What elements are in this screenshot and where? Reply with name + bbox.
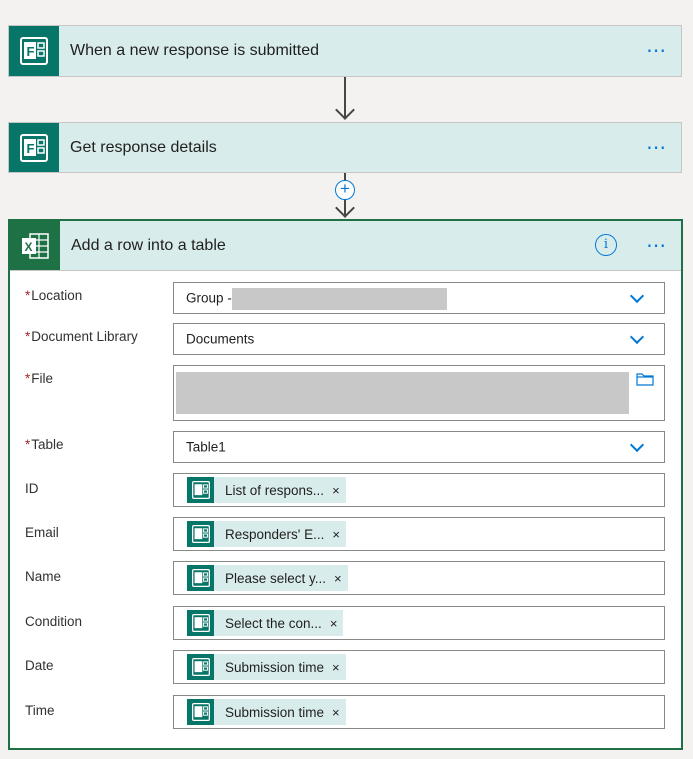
date-label: Date [25,658,54,673]
required-marker: * [25,288,31,303]
remove-token-icon[interactable]: × [332,483,346,498]
required-marker: * [25,329,31,344]
document-library-label: *Document Library [25,329,138,344]
token-label: Please select y... [225,570,327,586]
condition-input[interactable]: Select the con... × [173,606,665,640]
arrow-down-icon [335,100,355,120]
get-response-step-card[interactable]: F Get response details ⋯ [8,122,682,173]
step-title: Get response details [70,138,217,156]
table-dropdown[interactable]: Table1 [173,431,665,463]
condition-row: Condition Select the con... × [10,606,681,640]
name-row: Name Please select y... × [10,561,681,595]
chevron-down-icon[interactable] [629,329,645,345]
date-row: Date Submission time × [10,650,681,684]
required-marker: * [25,371,31,386]
file-label: *File [25,371,54,386]
add-step-button[interactable]: + [335,180,355,200]
time-row: Time Submission time × [10,695,681,729]
remove-token-icon[interactable]: × [330,616,344,631]
dynamic-content-token[interactable]: Submission time × [187,699,346,725]
email-label: Email [25,525,59,540]
email-input[interactable]: Responders' E... × [173,517,665,551]
forms-icon [187,699,214,725]
document-library-dropdown[interactable]: Documents [173,323,665,355]
forms-icon: F [9,123,59,172]
email-row: Email Responders' E... × [10,517,681,551]
file-row: *File [10,365,681,422]
name-label: Name [25,569,62,584]
location-dropdown[interactable]: Group - [173,282,665,314]
remove-token-icon[interactable]: × [334,571,348,586]
more-options-icon[interactable]: ⋯ [646,138,669,158]
arrow-down-icon [335,198,355,218]
time-input[interactable]: Submission time × [173,695,665,729]
location-label: *Location [25,288,83,303]
forms-icon [187,654,214,680]
action-title: Add a row into a table [71,236,226,254]
add-row-action-card: X Add a row into a table i ⋯ *Location G… [8,219,683,750]
token-label: Responders' E... [225,526,325,542]
id-row: ID List of respons... × [10,473,681,507]
redacted-block [176,372,629,414]
forms-icon [187,521,214,547]
forms-icon [187,565,214,591]
table-row: *Table Table1 [10,431,681,463]
required-marker: * [25,437,31,452]
name-input[interactable]: Please select y... × [173,561,665,595]
svg-text:F: F [27,141,35,156]
table-value: Table1 [186,439,226,455]
more-options-icon[interactable]: ⋯ [646,236,669,256]
time-label: Time [25,703,55,718]
file-input[interactable] [173,365,665,421]
trigger-step-card[interactable]: F When a new response is submitted ⋯ [8,25,682,77]
action-header[interactable]: X Add a row into a table i ⋯ [10,221,681,271]
token-label: Submission time [225,659,325,675]
id-label: ID [25,481,39,496]
token-label: Submission time [225,704,325,720]
document-library-row: *Document Library Documents [10,323,681,355]
remove-token-icon[interactable]: × [332,527,346,542]
svg-text:F: F [27,44,35,59]
remove-token-icon[interactable]: × [332,705,346,720]
forms-icon [187,477,214,503]
token-label: List of respons... [225,482,325,498]
info-icon[interactable]: i [595,234,617,256]
location-value: Group - [186,290,232,306]
dynamic-content-token[interactable]: Submission time × [187,654,346,680]
dynamic-content-token[interactable]: Please select y... × [187,565,348,591]
date-input[interactable]: Submission time × [173,650,665,684]
forms-icon [187,610,214,636]
id-input[interactable]: List of respons... × [173,473,665,507]
condition-label: Condition [25,614,83,629]
dynamic-content-token[interactable]: Select the con... × [187,610,344,636]
excel-icon: X [10,221,60,270]
folder-icon[interactable] [636,372,654,391]
more-options-icon[interactable]: ⋯ [646,41,669,61]
dynamic-content-token[interactable]: List of respons... × [187,477,346,503]
location-row: *Location Group - [10,282,681,314]
step-title: When a new response is submitted [70,42,320,59]
forms-icon: F [9,26,59,76]
chevron-down-icon[interactable] [629,437,645,453]
document-library-value: Documents [186,331,255,347]
dynamic-content-token[interactable]: Responders' E... × [187,521,346,547]
table-label: *Table [25,437,64,452]
redacted-block [232,288,447,310]
svg-text:X: X [25,240,33,254]
chevron-down-icon[interactable] [629,288,645,304]
token-label: Select the con... [225,615,322,631]
remove-token-icon[interactable]: × [332,660,346,675]
